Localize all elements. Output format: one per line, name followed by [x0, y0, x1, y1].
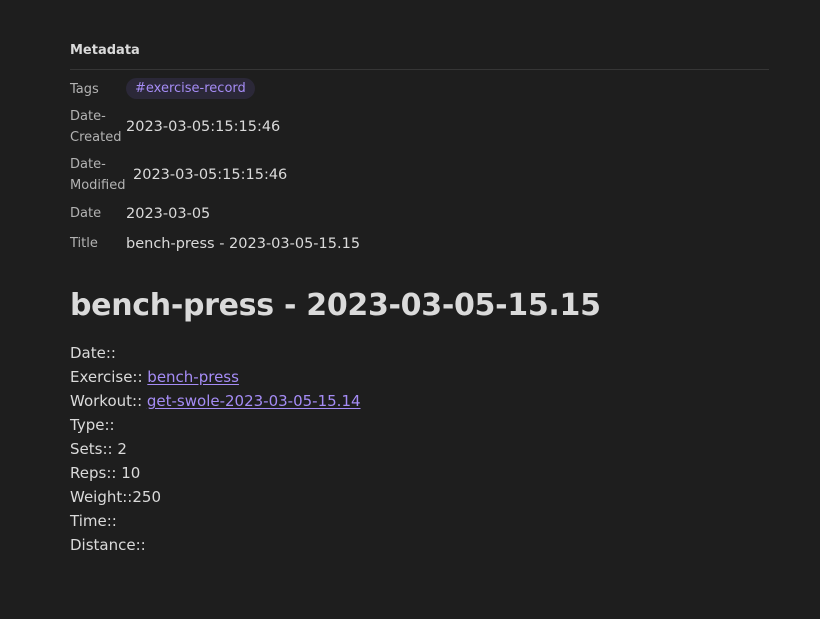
metadata-value-date[interactable]: 2023-03-05 [126, 204, 210, 224]
field-reps: Reps:: 10 [70, 463, 140, 483]
field-type: Type:: [70, 415, 115, 435]
field-weight: Weight::250 [70, 487, 161, 507]
metadata-divider [70, 69, 769, 70]
metadata-key-date-modified: Date- Modified [70, 154, 125, 196]
workout-link[interactable]: get-swole-2023-03-05-15.14 [147, 392, 361, 410]
page-title: bench-press - 2023-03-05-15.15 [70, 288, 601, 323]
metadata-value-date-modified[interactable]: 2023-03-05:15:15:46 [133, 165, 287, 185]
field-label: Exercise:: [70, 368, 148, 386]
field-value: 2 [112, 440, 127, 458]
metadata-key-line: Created [70, 130, 122, 145]
metadata-value-date-created[interactable]: 2023-03-05:15:15:46 [126, 117, 280, 137]
field-label: Weight:: [70, 488, 133, 506]
exercise-link[interactable]: bench-press [147, 368, 239, 386]
metadata-key-tags: Tags [70, 82, 99, 97]
field-time: Time:: [70, 511, 117, 531]
field-label: Date:: [70, 344, 116, 362]
field-label: Distance:: [70, 536, 146, 554]
metadata-key-line: Date- [70, 109, 106, 124]
metadata-key-date: Date [70, 206, 102, 221]
field-sets: Sets:: 2 [70, 439, 127, 459]
metadata-key-title: Title [70, 236, 98, 251]
field-label: Type:: [70, 416, 115, 434]
field-workout: Workout:: get-swole-2023-03-05-15.14 [70, 391, 361, 411]
field-label: Workout:: [70, 392, 147, 410]
field-date: Date:: [70, 343, 116, 363]
field-exercise: Exercise:: bench-press [70, 367, 239, 387]
field-label: Reps:: [70, 464, 117, 482]
metadata-key-line: Modified [70, 178, 126, 193]
field-value: 10 [116, 464, 141, 482]
tag-exercise-record[interactable]: #exercise-record [126, 78, 255, 99]
field-label: Time:: [70, 512, 117, 530]
field-label: Sets:: [70, 440, 113, 458]
field-distance: Distance:: [70, 535, 146, 555]
metadata-value-title[interactable]: bench-press - 2023-03-05-15.15 [126, 234, 360, 254]
note-view: Metadata Tags #exercise-record Date- Cre… [0, 0, 820, 619]
metadata-key-date-created: Date- Created [70, 106, 121, 148]
metadata-heading: Metadata [70, 43, 140, 58]
field-value: 250 [132, 488, 162, 506]
metadata-key-line: Date- [70, 157, 106, 172]
